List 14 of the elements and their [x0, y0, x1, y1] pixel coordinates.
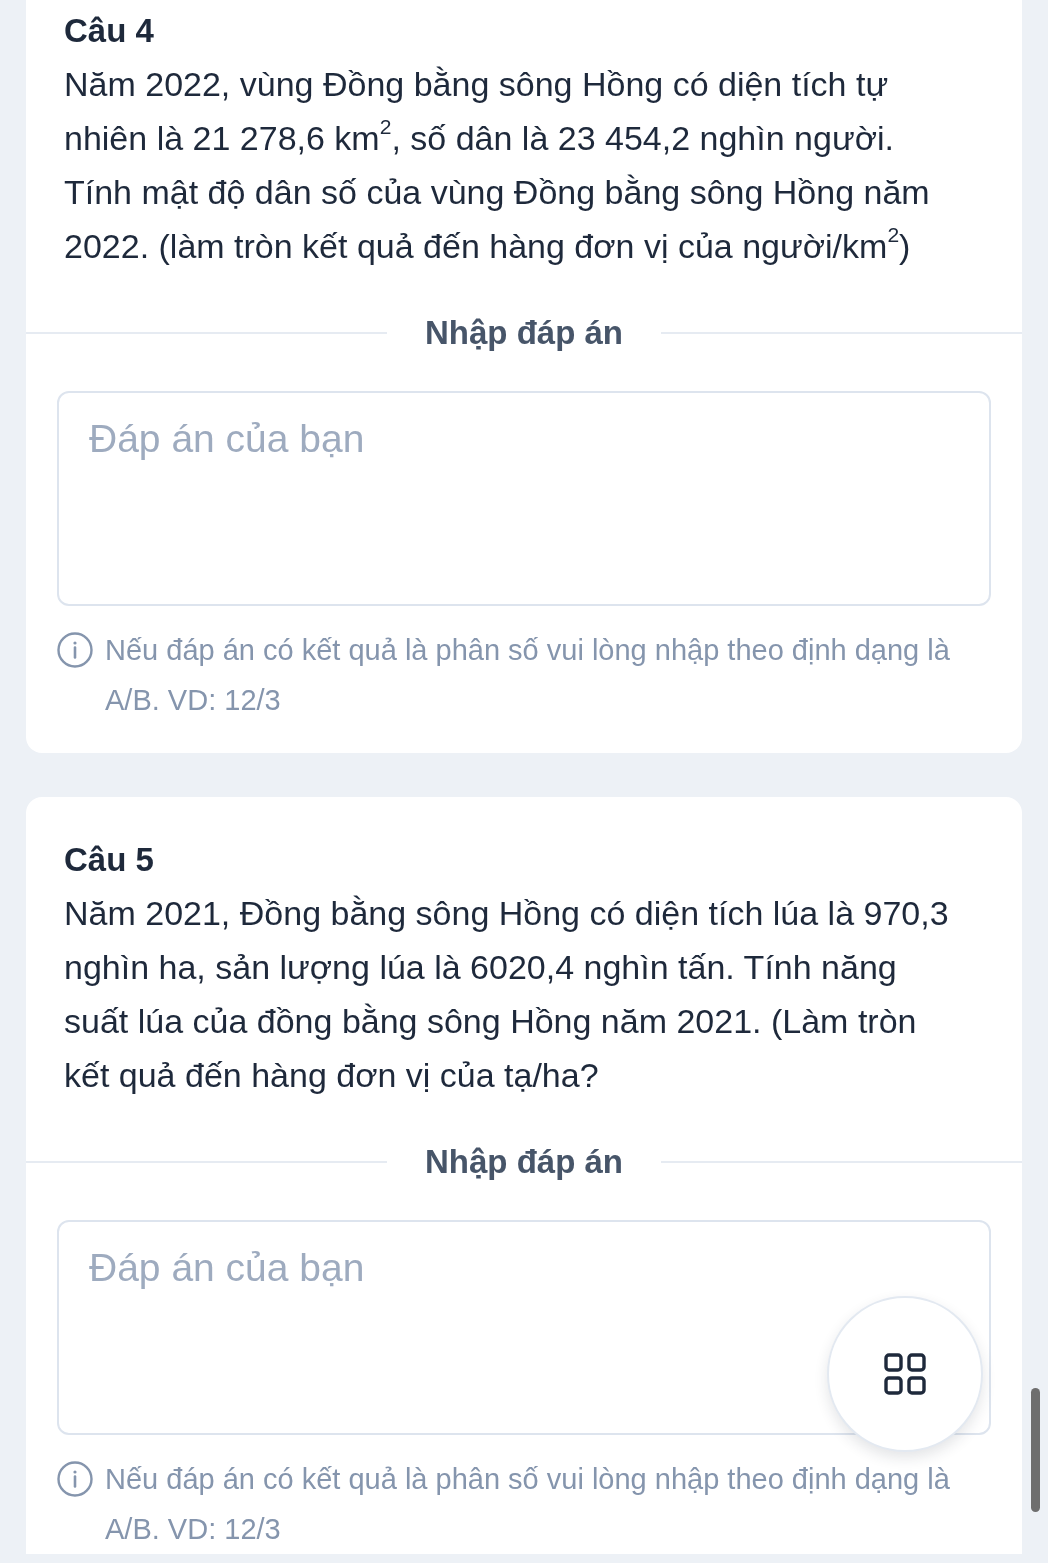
- question-text: Năm 2021, Đồng bằng sông Hồng có diện tích lúa là 970,3 nghìn ha, sản lượng lúa là 6020,4 nghìn tấn. Tính năng suất lúa của đồng bằng sông Hồng năm 2021. (Làm tròn kết quả đến hàng đơn vị của tạ/ha?: [63, 893, 950, 1096]
- question-title: Câu 5: [63, 840, 155, 880]
- answer-heading: Nhập đáp án: [424, 313, 624, 353]
- question-title: Câu 4: [63, 11, 155, 51]
- answer-box[interactable]: Đáp án của bạn: [57, 391, 991, 606]
- info-icon: [57, 1461, 93, 1497]
- hint-text: Nếu đáp án có kết quả là phân số vui lòng nhập theo định dạng là A/B. VD: 12/3: [105, 633, 951, 718]
- answer-box[interactable]: Đáp án của bạn: [57, 1220, 991, 1435]
- info-icon: [57, 632, 93, 668]
- question-text: Năm 2022, vùng Đồng bằng sông Hồng có diện tích tự nhiên là 21 278,6 km$^{2}$, số dân là 23 454,2 nghìn người. Tính mật độ dân số của vùng Đồng bằng sông Hồng năm 2022. (làm tròn kết quả đến hàng đơn vị của người/km$^{2}$): [63, 64, 931, 267]
- grid-icon: [884, 1353, 926, 1395]
- scrollbar-thumb[interactable]: [1031, 1388, 1040, 1512]
- answer-heading: Nhập đáp án: [424, 1142, 624, 1182]
- hint-text: Nếu đáp án có kết quả là phân số vui lòng nhập theo định dạng là A/B. VD: 12/3: [105, 1462, 951, 1547]
